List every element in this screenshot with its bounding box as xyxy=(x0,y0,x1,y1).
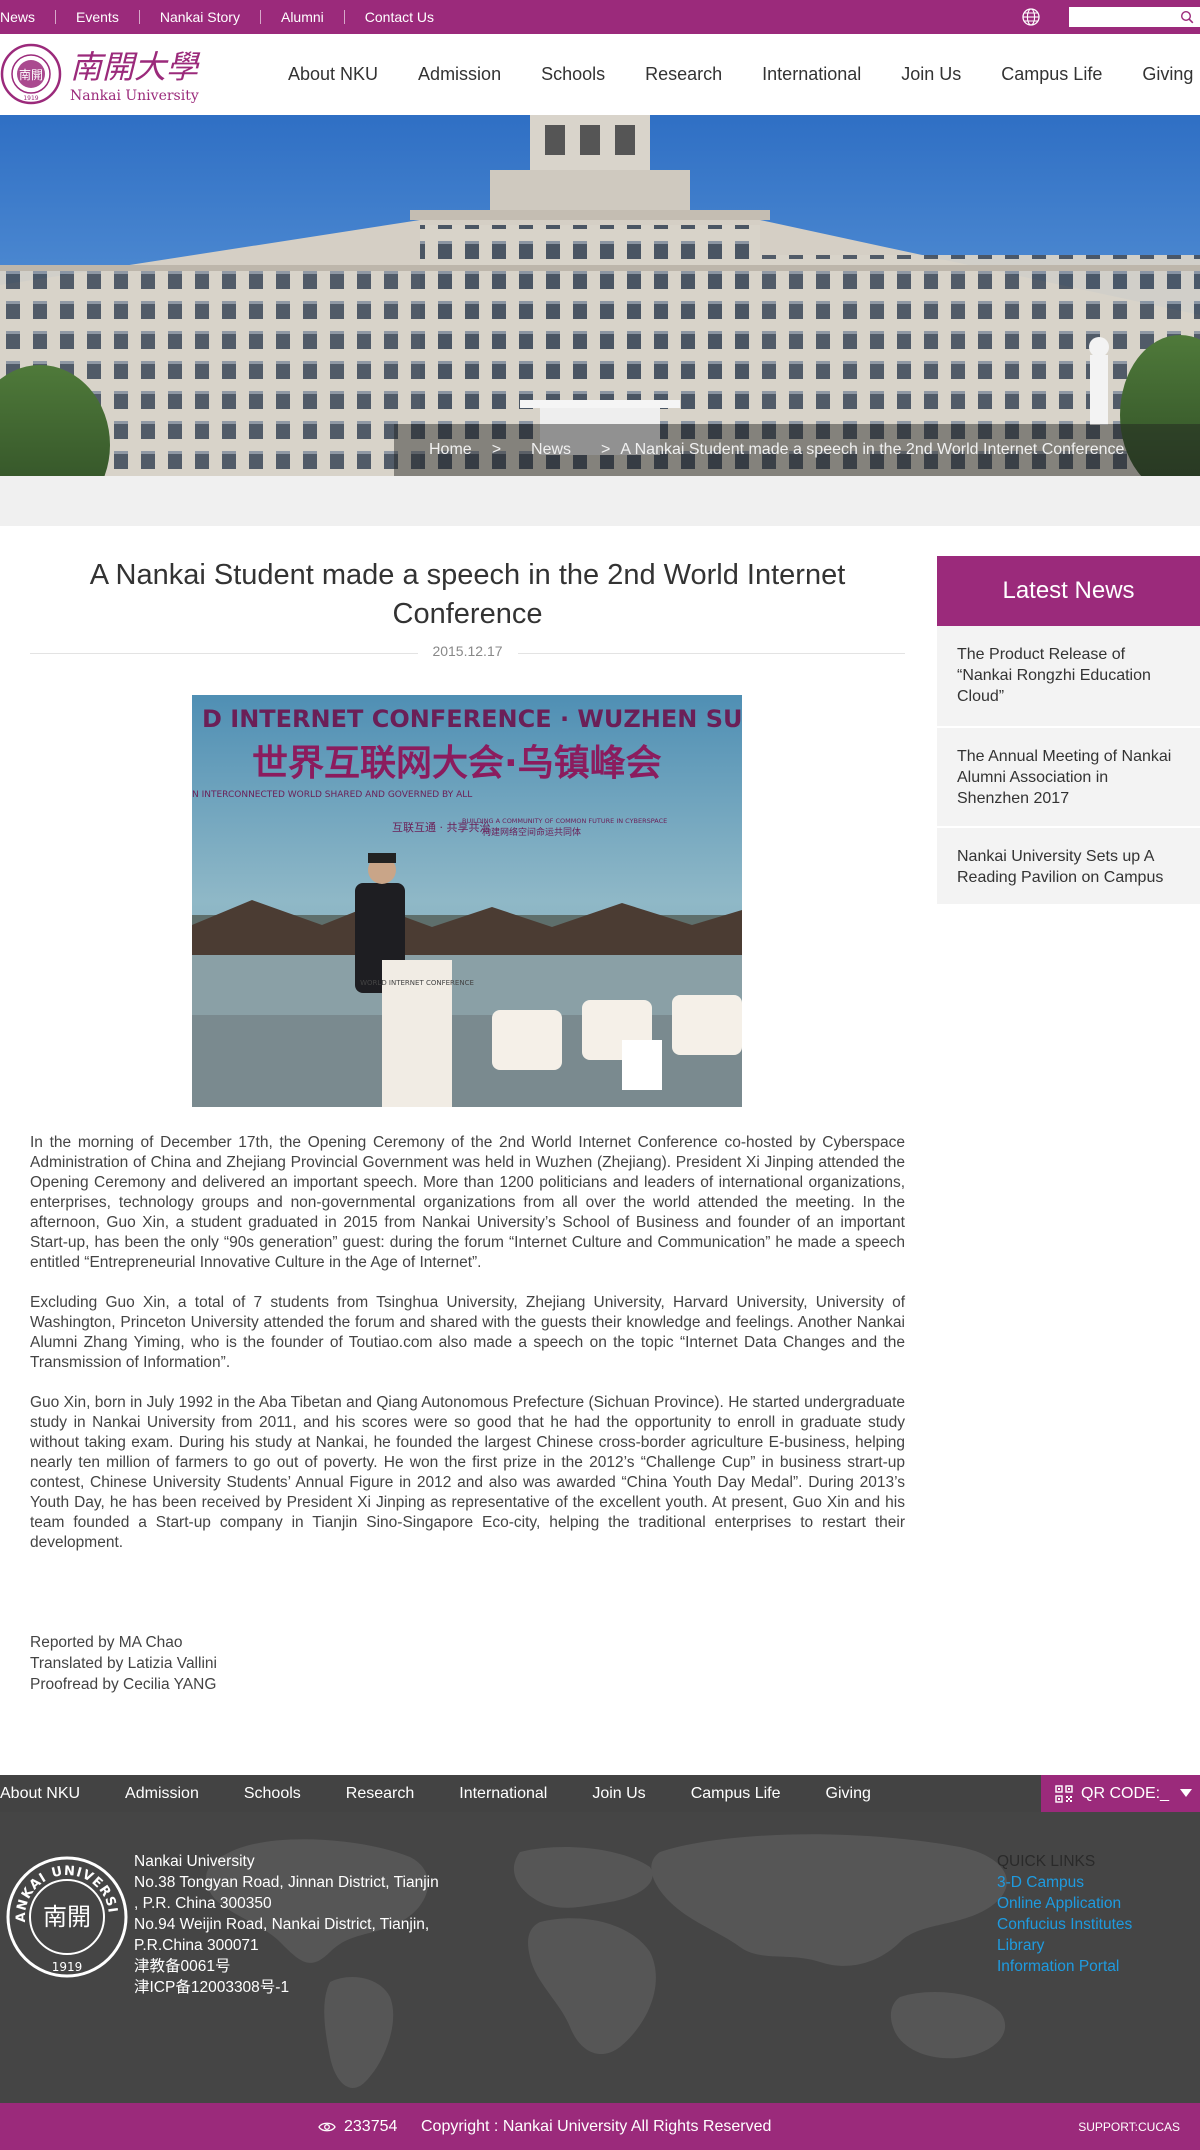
svg-text:WORLD INTERNET CONFERENCE: WORLD INTERNET CONFERENCE xyxy=(360,979,474,987)
globe-icon[interactable] xyxy=(1021,7,1041,27)
qr-code-dropdown[interactable]: QR CODE:_ xyxy=(1041,1775,1200,1812)
article-paragraph: Guo Xin, born in July 1992 in the Aba Ti… xyxy=(30,1394,905,1551)
copyright-text: Copyright : Nankai University All Rights… xyxy=(421,2117,772,2135)
breadcrumb-separator: > xyxy=(601,441,611,458)
address-line: Nankai University xyxy=(134,1853,255,1870)
footer-nav-schools[interactable]: Schools xyxy=(244,1785,301,1803)
breadcrumb-separator: > xyxy=(491,441,502,458)
footer-nav-join-us[interactable]: Join Us xyxy=(592,1785,645,1803)
address-line: No.94 Weijin Road, Nankai District, Tian… xyxy=(134,1916,430,1933)
svg-text:N INTERCONNECTED WORLD SHARED: N INTERCONNECTED WORLD SHARED AND GOVERN… xyxy=(192,790,472,800)
article-body: In the morning of December 17th, the Ope… xyxy=(30,1133,905,1573)
article-credits: Reported by MA Chao Translated by Latizi… xyxy=(30,1632,630,1695)
qr-code-icon xyxy=(1055,1784,1073,1803)
address-line: , P.R. China 300350 xyxy=(134,1895,272,1912)
support-link[interactable]: SUPPORT:CUCAS xyxy=(1078,2103,1180,2150)
svg-text:Nankai University: Nankai University xyxy=(70,88,199,104)
article-photo: D INTERNET CONFERENCE · WUZHEN SUMMIT 世界… xyxy=(192,695,742,1107)
article-date: 2015.12.17 xyxy=(432,643,503,659)
credit-proofreader: Proofread by Cecilia YANG xyxy=(30,1676,217,1693)
search-icon[interactable] xyxy=(1180,10,1194,24)
bottom-bar: 233754 Copyright : Nankai University All… xyxy=(0,2103,1200,2150)
quick-link-information-portal[interactable]: Information Portal xyxy=(997,1956,1197,1977)
main-nav: About NKU Admission Schools Research Int… xyxy=(288,34,1200,115)
svg-text:1919: 1919 xyxy=(52,1960,83,1974)
footer-nav-giving[interactable]: Giving xyxy=(826,1785,871,1803)
address-line: 津ICP备12003308号-1 xyxy=(134,1979,290,1996)
quick-link-confucius-institutes[interactable]: Confucius Institutes xyxy=(997,1914,1197,1935)
hero-banner-image xyxy=(0,115,1200,476)
nav-research[interactable]: Research xyxy=(645,64,722,85)
quick-link-3d-campus[interactable]: 3-D Campus xyxy=(997,1872,1197,1893)
top-link-events[interactable]: Events xyxy=(55,10,139,24)
nav-international[interactable]: International xyxy=(762,64,861,85)
article-paragraph: Excluding Guo Xin, a total of 7 students… xyxy=(30,1294,905,1371)
site-header: 南開 1919 南開大學 Nankai University About NKU… xyxy=(0,34,1200,115)
latest-news-list: The Product Release of “Nankai Rongzhi E… xyxy=(937,626,1200,906)
latest-news-item[interactable]: The Product Release of “Nankai Rongzhi E… xyxy=(937,626,1200,728)
top-bar: News Events Nankai Story Alumni Contact … xyxy=(0,0,1200,34)
footer-address: Nankai University No.38 Tongyan Road, Ji… xyxy=(134,1851,464,1998)
top-link-news[interactable]: News xyxy=(0,10,55,24)
footer-nav: About NKU Admission Schools Research Int… xyxy=(0,1775,1200,1812)
nankai-logo[interactable]: 南開 1919 南開大學 Nankai University xyxy=(0,42,215,106)
visit-counter: 233754 xyxy=(318,2103,397,2150)
nav-admission[interactable]: Admission xyxy=(418,64,501,85)
visit-count: 233754 xyxy=(344,2117,398,2135)
nav-campus-life[interactable]: Campus Life xyxy=(1001,64,1102,85)
top-link-alumni[interactable]: Alumni xyxy=(259,10,344,24)
nav-giving[interactable]: Giving xyxy=(1142,64,1193,85)
svg-text:1919: 1919 xyxy=(23,95,38,102)
article-title: A Nankai Student made a speech in the 2n… xyxy=(89,559,846,630)
nav-schools[interactable]: Schools xyxy=(541,64,605,85)
chevron-down-icon xyxy=(1180,1789,1192,1797)
article-paragraph: In the morning of December 17th, the Ope… xyxy=(30,1134,905,1271)
address-line: P.R.China 300071 xyxy=(134,1937,259,1954)
quick-link-online-application[interactable]: Online Application xyxy=(997,1893,1197,1914)
breadcrumb: Home > News > A Nankai Student made a sp… xyxy=(394,424,1200,476)
search-box xyxy=(1069,7,1200,27)
breadcrumb-news[interactable]: News xyxy=(531,441,571,459)
breadcrumb-current: A Nankai Student made a speech in the 2n… xyxy=(620,441,1125,458)
footer-nav-admission[interactable]: Admission xyxy=(125,1785,199,1803)
address-line: No.38 Tongyan Road, Jinnan District, Tia… xyxy=(134,1874,439,1891)
eye-icon xyxy=(318,2122,336,2131)
svg-text:南開: 南開 xyxy=(19,67,43,82)
latest-news-item[interactable]: The Annual Meeting of Nankai Alumni Asso… xyxy=(937,728,1200,828)
divider-strip xyxy=(0,476,1200,526)
svg-text:南開大學: 南開大學 xyxy=(70,48,201,86)
svg-text:BUILDING A COMMUNITY OF COMMON: BUILDING A COMMUNITY OF COMMON FUTURE IN… xyxy=(462,817,667,825)
quick-links-title: QUICK LINKS xyxy=(997,1853,1096,1870)
svg-text:构建网络空间命运共同体: 构建网络空间命运共同体 xyxy=(482,826,581,838)
breadcrumb-home[interactable]: Home xyxy=(429,441,472,459)
nav-join-us[interactable]: Join Us xyxy=(901,64,961,85)
top-link-contact-us[interactable]: Contact Us xyxy=(343,10,454,24)
footer-nav-research[interactable]: Research xyxy=(346,1785,414,1803)
latest-news-heading: Latest News xyxy=(937,556,1200,626)
svg-text:世界互联网大会·乌镇峰会: 世界互联网大会·乌镇峰会 xyxy=(252,743,662,784)
quick-link-library[interactable]: Library xyxy=(997,1935,1197,1956)
university-seal-icon: NANKAI UNIVERSITY 南開 1919 xyxy=(5,1855,128,1978)
latest-news-item[interactable]: Nankai University Sets up A Reading Pavi… xyxy=(937,828,1200,906)
quick-links: QUICK LINKS 3-D Campus Online Applicatio… xyxy=(997,1851,1197,1977)
address-line: 津教备0061号 xyxy=(134,1958,231,1975)
top-link-nankai-story[interactable]: Nankai Story xyxy=(138,10,260,24)
search-input[interactable] xyxy=(1069,8,1179,26)
qr-code-label: QR CODE:_ xyxy=(1081,1784,1170,1802)
credit-translator: Translated by Latizia Vallini xyxy=(30,1655,217,1672)
footer-nav-campus-life[interactable]: Campus Life xyxy=(691,1785,781,1803)
svg-text:D INTERNET CONFERENCE · WUZHEN: D INTERNET CONFERENCE · WUZHEN SUMMIT xyxy=(202,705,742,733)
credit-reporter: Reported by MA Chao xyxy=(30,1634,183,1651)
svg-text:南開: 南開 xyxy=(43,1903,91,1931)
top-links: News Events Nankai Story Alumni Contact … xyxy=(0,0,454,34)
footer-nav-about-nku[interactable]: About NKU xyxy=(0,1785,80,1803)
footer-nav-international[interactable]: International xyxy=(459,1785,547,1803)
nav-about-nku[interactable]: About NKU xyxy=(288,64,378,85)
